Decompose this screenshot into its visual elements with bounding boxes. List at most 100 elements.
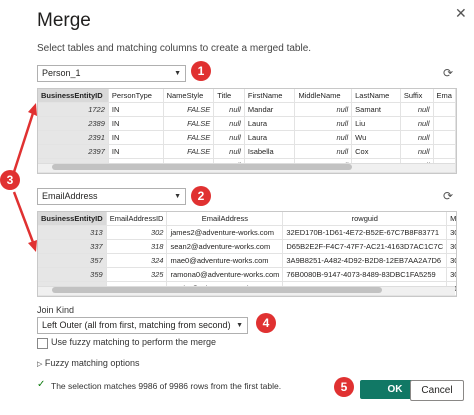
close-icon[interactable]: ✕: [455, 5, 467, 22]
chevron-down-icon: ▼: [174, 193, 181, 200]
table2-header[interactable]: EmailAddress: [166, 212, 284, 226]
table-cell: IN: [108, 102, 164, 117]
join-kind-label: Join Kind: [37, 305, 75, 315]
table-cell: IN: [108, 116, 164, 131]
badge-3: 3: [0, 170, 20, 190]
refresh-preview-icon[interactable]: ⟳: [443, 66, 453, 80]
table-cell: null: [294, 116, 353, 131]
table-row: 2397 IN FALSE null Isabella null Cox null: [38, 144, 456, 159]
table-cell: 3A9B8251-A482-4D92-B2D8-12EB7AA2A7D6: [282, 253, 448, 268]
table2-scrollbar[interactable]: [38, 286, 455, 295]
table1-select-value: Person_1: [42, 68, 81, 78]
table-cell: Laura: [244, 130, 296, 145]
table-cell: Samant: [351, 102, 401, 117]
table-cell: Laura: [244, 116, 296, 131]
table-cell: 325: [106, 267, 168, 282]
table-cell: 30-06: [446, 267, 456, 282]
table-cell: IN: [108, 130, 164, 145]
table2-header[interactable]: BusinessEntityID: [38, 212, 107, 226]
table1-header[interactable]: Ema: [433, 89, 456, 103]
table1-header[interactable]: MiddleName: [294, 89, 353, 103]
table-cell: FALSE: [163, 116, 215, 131]
table2-header[interactable]: rowguid: [282, 212, 448, 226]
table-cell: null: [213, 116, 245, 131]
table-cell: 32ED170B-1D61-4E72-B52E-67C7B8F83771: [282, 225, 448, 240]
table-cell: 2389: [38, 116, 109, 131]
table-cell: null: [294, 102, 353, 117]
table-cell: [433, 130, 456, 145]
table-cell: null: [213, 144, 245, 159]
table-cell: FALSE: [163, 144, 215, 159]
table-cell: 1722: [38, 102, 109, 117]
table-cell: Isabella: [244, 144, 296, 159]
dialog-subtitle: Select tables and matching columns to cr…: [37, 43, 312, 54]
table1-header[interactable]: LastName: [351, 89, 401, 103]
table-cell: Liu: [351, 116, 401, 131]
table-cell: 30-06: [446, 225, 456, 240]
table2-scroll-thumb[interactable]: [52, 287, 382, 293]
chevron-down-icon: ▼: [236, 322, 243, 329]
refresh-preview-icon[interactable]: ⟳: [443, 189, 453, 203]
table-row: 2389 IN FALSE null Laura null Liu null: [38, 116, 456, 131]
dialog-title: Merge: [37, 10, 91, 31]
table2-header[interactable]: Moc: [446, 212, 456, 226]
table-cell: null: [400, 116, 434, 131]
table-cell: sean2@adventure-works.com: [166, 239, 284, 254]
table-cell: 337: [38, 239, 107, 254]
table1-header[interactable]: BusinessEntityID: [38, 89, 109, 103]
cancel-button[interactable]: Cancel: [410, 380, 464, 401]
table1-header[interactable]: Title: [213, 89, 245, 103]
join-kind-select[interactable]: Left Outer (all from first, matching fro…: [37, 317, 248, 334]
checkmark-icon: ✓: [37, 379, 46, 390]
table-cell: Mandar: [244, 102, 296, 117]
table1-select[interactable]: Person_1 ▼: [37, 65, 186, 82]
table-cell: 76B0080B-9147-4073-8489-83DBC1FA5259: [282, 267, 448, 282]
fuzzy-matching-checkbox[interactable]: [37, 338, 48, 349]
table-cell: null: [400, 130, 434, 145]
table-cell: 357: [38, 253, 107, 268]
table-cell: null: [400, 144, 434, 159]
table-cell: null: [400, 102, 434, 117]
table-cell: D65B2E2F-F4C7-47F7-AC21-4163D7AC1C7C: [282, 239, 448, 254]
badge-4: 4: [256, 313, 276, 333]
table1-header[interactable]: PersonType: [108, 89, 164, 103]
table2-preview: BusinessEntityID EmailAddressID EmailAdd…: [37, 211, 457, 297]
table1-scroll-thumb[interactable]: [52, 164, 352, 170]
chevron-right-icon: ▷: [37, 361, 43, 368]
table1-scrollbar[interactable]: [38, 163, 455, 172]
table-cell: FALSE: [163, 130, 215, 145]
table-row: 313 302 james2@adventure-works.com 32ED170B…: [38, 225, 456, 240]
table-cell: mae0@adventure-works.com: [166, 253, 284, 268]
fuzzy-options-label: Fuzzy matching options: [44, 358, 140, 368]
table2-header[interactable]: EmailAddressID: [106, 212, 168, 226]
table-cell: Cox: [351, 144, 401, 159]
table-cell: [433, 144, 456, 159]
table-cell: null: [213, 102, 245, 117]
table-cell: null: [294, 130, 353, 145]
table1-header[interactable]: FirstName: [244, 89, 296, 103]
table-cell: 2391: [38, 130, 109, 145]
table-cell: 2397: [38, 144, 109, 159]
table-row: 337 318 sean2@adventure-works.com D65B2E2F-…: [38, 239, 456, 254]
badge-5: 5: [334, 377, 354, 397]
table-cell: null: [294, 144, 353, 159]
table-cell: [433, 102, 456, 117]
table-cell: 313: [38, 225, 107, 240]
table-cell: james2@adventure-works.com: [166, 225, 284, 240]
table2-select[interactable]: EmailAddress ▼: [37, 188, 186, 205]
table-cell: FALSE: [163, 102, 215, 117]
table-cell: IN: [108, 144, 164, 159]
table1-header[interactable]: Suffix: [400, 89, 434, 103]
table-cell: 324: [106, 253, 168, 268]
match-status: The selection matches 9986 of 9986 rows …: [51, 381, 282, 391]
badge-1: 1: [191, 61, 211, 81]
table1-header[interactable]: NameStyle: [163, 89, 215, 103]
table-row: 359 325 ramona0@adventure-works.com 76B0080…: [38, 267, 456, 282]
table-cell: [433, 116, 456, 131]
table-row: 2391 IN FALSE null Laura null Wu null: [38, 130, 456, 145]
fuzzy-options-toggle[interactable]: ▷ Fuzzy matching options: [37, 358, 139, 368]
table-row: 357 324 mae0@adventure-works.com 3A9B8251-A…: [38, 253, 456, 268]
table1-preview: BusinessEntityID PersonType NameStyle Ti…: [37, 88, 457, 174]
table-row: 1722 IN FALSE null Mandar null Samant null: [38, 102, 456, 117]
table-cell: 359: [38, 267, 107, 282]
